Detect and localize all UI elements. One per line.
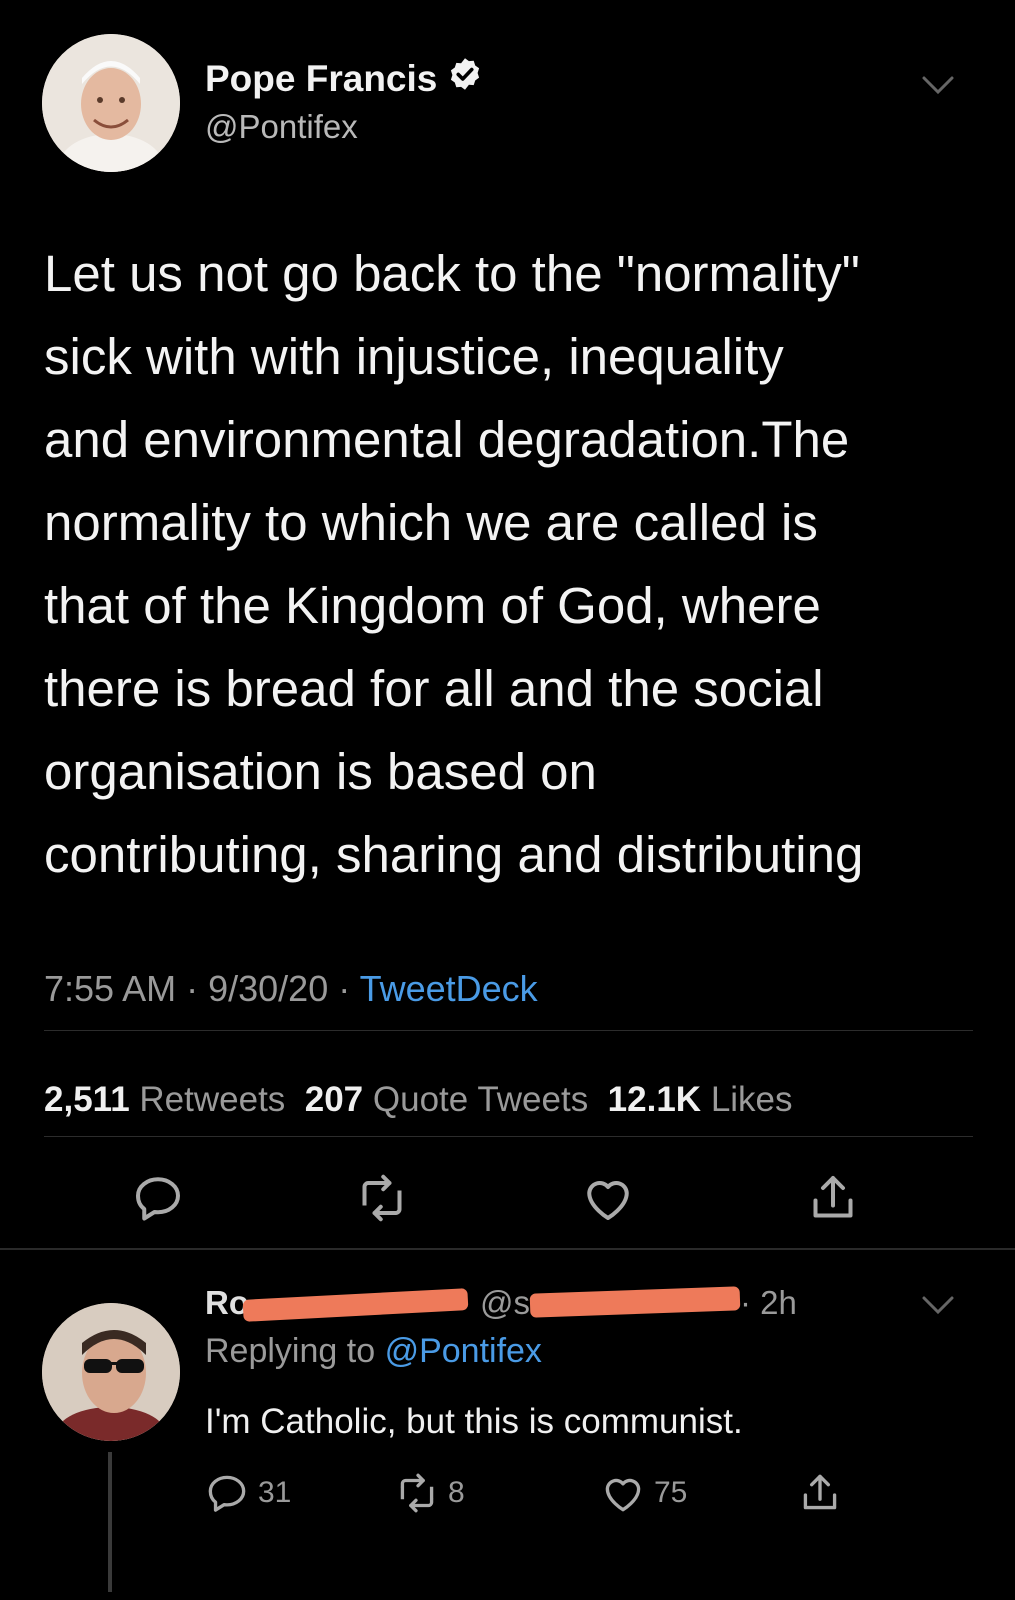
reply-like-count: 75	[654, 1476, 688, 1509]
tweet-meta: 7:55 AM · 9/30/20 · TweetDeck	[44, 968, 538, 1009]
divider	[44, 1136, 973, 1137]
tweet-text: Let us not go back to the "normality" si…	[44, 232, 979, 896]
tweet-text-line: contributing, sharing and distributing	[44, 826, 864, 883]
reply-reply-count: 31	[258, 1476, 292, 1509]
share-icon	[803, 1474, 837, 1510]
tweet-stats: 2,511 Retweets 207 Quote Tweets 12.1K Li…	[44, 1080, 793, 1120]
replying-to-mention[interactable]: @Pontifex	[385, 1332, 542, 1370]
retweet-icon[interactable]	[352, 1168, 412, 1228]
tweet-text-line: and environmental degradation.The	[44, 411, 850, 468]
verified-badge-icon	[447, 56, 483, 101]
divider	[0, 1248, 1015, 1250]
tweet-source-link[interactable]: TweetDeck	[360, 968, 538, 1009]
thread-line	[108, 1452, 112, 1592]
chevron-down-icon[interactable]	[918, 70, 958, 100]
retweets-stat[interactable]: 2,511 Retweets	[44, 1080, 285, 1119]
reply-author-handle[interactable]: @s	[480, 1284, 530, 1322]
reply-retweet-count: 8	[448, 1476, 465, 1509]
like-icon	[605, 1478, 641, 1512]
reply-share-button[interactable]	[795, 1468, 845, 1518]
reply-text: I'm Catholic, but this is communist.	[205, 1402, 743, 1441]
quote-tweets-stat[interactable]: 207 Quote Tweets	[305, 1080, 588, 1119]
reply-reply-button[interactable]: 31	[202, 1468, 291, 1518]
author-avatar[interactable]	[42, 34, 180, 172]
reply-author-avatar[interactable]	[42, 1303, 180, 1441]
reply-time: · 2h	[740, 1284, 797, 1321]
tweet-text-line: there is bread for all and the social	[44, 660, 824, 717]
tweet-text-line: organisation is based on	[44, 743, 597, 800]
reply-like-button[interactable]: 75	[598, 1468, 687, 1518]
tweet-text-line: Let us not go back to the "normality"	[44, 245, 860, 302]
share-icon[interactable]	[803, 1168, 863, 1228]
reply-header: Ro @s · 2h	[205, 1282, 825, 1330]
tweet-time: 7:55 AM	[44, 968, 177, 1009]
like-icon[interactable]	[578, 1168, 638, 1228]
divider	[44, 1030, 973, 1031]
redaction-mark	[529, 1286, 741, 1318]
chevron-down-icon[interactable]	[918, 1290, 958, 1320]
replying-to: Replying to @Pontifex	[205, 1332, 542, 1370]
tweet-date: 9/30/20	[208, 968, 329, 1009]
tweet-text-line: that of the Kingdom of God, where	[44, 577, 821, 634]
reply-icon[interactable]	[128, 1168, 188, 1228]
likes-stat[interactable]: 12.1K Likes	[608, 1080, 793, 1119]
retweet-icon	[400, 1473, 434, 1513]
author-name-row[interactable]: Pope Francis	[205, 56, 483, 101]
author-name[interactable]: Pope Francis	[205, 58, 437, 100]
reply-retweet-button[interactable]: 8	[392, 1468, 465, 1518]
redaction-mark	[242, 1288, 469, 1322]
author-handle[interactable]: @Pontifex	[205, 108, 358, 146]
tweet-text-line: sick with with injustice, inequality	[44, 328, 784, 385]
reply-icon	[208, 1475, 246, 1512]
tweet-text-line: normality to which we are called is	[44, 494, 818, 551]
